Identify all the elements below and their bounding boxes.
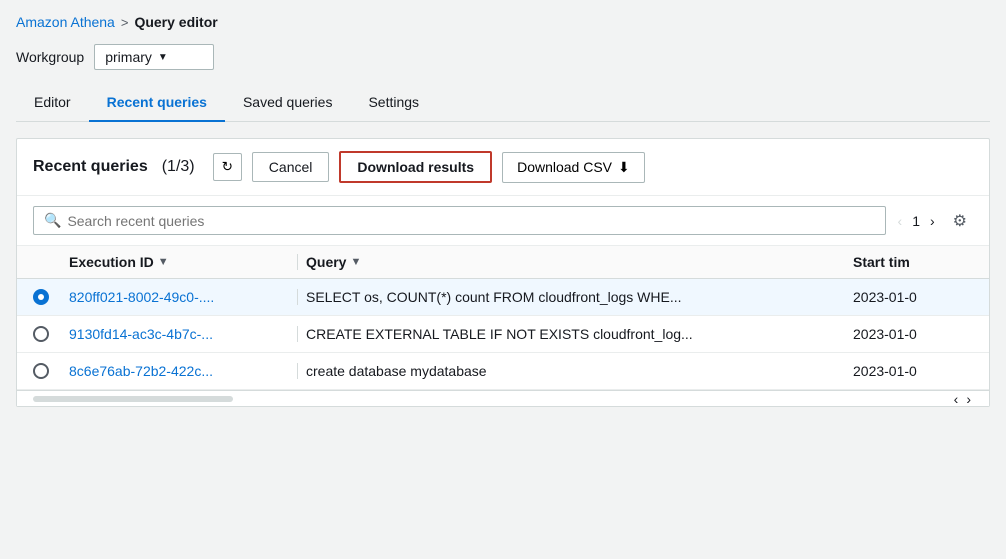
table-row[interactable]: 8c6e76ab-72b2-422c... create database my… [17,353,989,390]
table-row[interactable]: 9130fd14-ac3c-4b7c-... CREATE EXTERNAL T… [17,316,989,353]
col-divider-1 [297,254,298,270]
col-header-query: Query ▼ [306,254,853,270]
table-row[interactable]: 820ff021-8002-49c0-.... SELECT os, COUNT… [17,279,989,316]
breadcrumb-current: Query editor [134,14,217,30]
download-csv-icon: ⬇ [618,159,630,176]
download-csv-label: Download CSV [517,159,612,175]
tab-editor[interactable]: Editor [16,84,89,122]
row-radio-1[interactable] [33,326,69,342]
search-input[interactable] [67,213,874,229]
cell-execution-id-2[interactable]: 8c6e76ab-72b2-422c... [69,363,289,379]
breadcrumb-separator: > [121,15,129,30]
cell-execution-id-0[interactable]: 820ff021-8002-49c0-.... [69,289,289,305]
bottom-scroll-arrows: ‹ › [952,391,973,407]
refresh-icon: ↻ [222,159,233,175]
tab-settings[interactable]: Settings [350,84,437,122]
tabs-bar: Editor Recent queries Saved queries Sett… [16,84,990,122]
sort-exec-id-icon[interactable]: ▼ [158,256,169,268]
workgroup-label: Workgroup [16,49,84,65]
cell-starttime-0: 2023-01-0 [853,289,973,305]
radio-checked-icon[interactable] [33,289,49,305]
download-results-button[interactable]: Download results [339,151,492,183]
refresh-button[interactable]: ↻ [213,153,242,181]
dropdown-caret-icon: ▼ [158,52,203,63]
cell-execution-id-1[interactable]: 9130fd14-ac3c-4b7c-... [69,326,289,342]
cell-query-0: SELECT os, COUNT(*) count FROM cloudfron… [306,289,853,305]
workgroup-row: Workgroup primary ▼ [16,44,990,70]
cell-starttime-2: 2023-01-0 [853,363,973,379]
radio-unchecked-icon[interactable] [33,363,49,379]
search-row: 🔍 ‹ 1 › ⚙ [17,196,989,246]
search-box[interactable]: 🔍 [33,206,886,235]
col-header-starttime: Start tim [853,254,973,270]
pagination: ‹ 1 › [894,211,939,231]
cancel-button[interactable]: Cancel [252,152,330,182]
breadcrumb-app-link[interactable]: Amazon Athena [16,14,115,30]
col-header-execution-id: Execution ID ▼ [69,254,289,270]
scrollbar-row: ‹ › [17,390,989,406]
tab-saved-queries[interactable]: Saved queries [225,84,351,122]
main-panel: Recent queries (1/3) ↻ Cancel Download r… [16,138,990,407]
cell-query-1: CREATE EXTERNAL TABLE IF NOT EXISTS clou… [306,326,853,342]
scroll-left-button[interactable]: ‹ [952,391,961,407]
breadcrumb: Amazon Athena > Query editor [16,14,990,30]
pagination-next-button[interactable]: › [926,211,939,231]
panel-header: Recent queries (1/3) ↻ Cancel Download r… [17,139,989,196]
workgroup-select[interactable]: primary ▼ [94,44,214,70]
row-radio-0[interactable] [33,289,69,305]
row-radio-2[interactable] [33,363,69,379]
workgroup-value: primary [105,49,152,65]
panel-title: Recent queries [33,158,148,176]
cell-starttime-1: 2023-01-0 [853,326,973,342]
pagination-prev-button[interactable]: ‹ [894,211,907,231]
radio-unchecked-icon[interactable] [33,326,49,342]
search-icon: 🔍 [44,212,61,229]
horizontal-scrollbar[interactable] [33,396,233,402]
row-divider-1 [297,326,298,342]
pagination-current: 1 [912,213,920,229]
sort-query-icon[interactable]: ▼ [350,256,361,268]
row-divider-0 [297,289,298,305]
download-csv-button[interactable]: Download CSV ⬇ [502,152,645,183]
table-settings-button[interactable]: ⚙ [947,209,973,233]
panel-count: (1/3) [162,158,195,176]
table-header: Execution ID ▼ Query ▼ Start tim [17,246,989,279]
tab-recent-queries[interactable]: Recent queries [89,84,225,122]
row-divider-2 [297,363,298,379]
cell-query-2: create database mydatabase [306,363,853,379]
scroll-right-button[interactable]: › [964,391,973,407]
